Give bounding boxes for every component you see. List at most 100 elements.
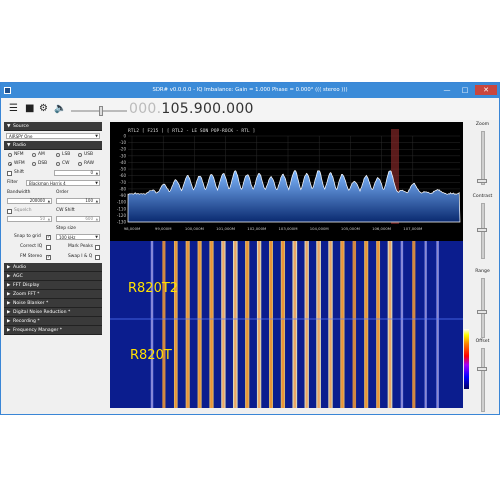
mode-label: CW [62, 161, 70, 166]
expand-arrow-icon: ▶ [7, 292, 11, 297]
squelch-label: Squelch [14, 208, 32, 213]
squelch-input[interactable]: 50 ▲ [7, 216, 52, 222]
offset-slider-track[interactable] [481, 348, 485, 412]
waterfall-streak-core [365, 241, 368, 408]
x-tick-label: 98,000M [124, 226, 141, 231]
filter-select[interactable]: Blackman Harris 4 ▼ [26, 180, 100, 186]
range-slider-track[interactable] [481, 278, 485, 338]
swap-iq-label: Swap I & Q [68, 254, 93, 259]
mode-cw-radio[interactable] [56, 162, 60, 166]
stop-icon[interactable]: ■ [25, 104, 34, 114]
range-label: Range [475, 269, 490, 274]
volume-slider[interactable] [71, 106, 127, 116]
bandwidth-row: 200000 ▲ 100 ▲ [4, 197, 102, 207]
x-tick-label: 107,000M [403, 226, 422, 231]
waterfall-streak-core [377, 241, 380, 408]
spinner-icon[interactable]: ▲ [96, 171, 98, 176]
contrast-slider-thumb[interactable] [477, 228, 487, 232]
waterfall-label-top: R820T2 [128, 281, 178, 296]
correct-iq-checkbox[interactable] [46, 244, 51, 250]
mode-dsb-radio[interactable] [32, 162, 36, 166]
gear-icon[interactable]: ⚙ [39, 104, 48, 114]
agc-section-header[interactable]: ▶ AGC [4, 272, 102, 281]
audio-section-header[interactable]: ▶ Audio [4, 263, 102, 272]
y-tick-label: -110 [117, 206, 127, 211]
window-title: SDR# v0.0.0.0 - IQ Imbalance: Gain = 1.0… [152, 87, 348, 93]
order-label: Order [56, 190, 69, 195]
mode-nfm-radio[interactable] [8, 153, 12, 157]
radio-section-header[interactable]: ▼ Radio [4, 141, 102, 150]
zoom-slider-thumb[interactable] [477, 179, 487, 183]
zoom-slider-track[interactable] [481, 131, 485, 185]
recording-section-header[interactable]: ▶ Recording * [4, 317, 102, 326]
mode-lsb-radio[interactable] [56, 153, 60, 157]
volume-thumb[interactable] [99, 106, 103, 116]
y-tick-label: -20 [119, 147, 126, 152]
mode-usb-radio[interactable] [78, 153, 82, 157]
right-panel: Zoom Contrast Range Offset [466, 122, 499, 414]
snap-checkbox[interactable]: ✓ [46, 234, 51, 240]
waterfall-streak-core [353, 241, 356, 408]
spinner-icon[interactable]: ▲ [48, 217, 50, 222]
left-panel: ▼ Source AIRSPY One ▼ ▼ Radio NFM AM LSB US… [4, 122, 102, 414]
mark-peaks-checkbox[interactable] [95, 244, 100, 250]
fft-display-section-header[interactable]: ▶ FFT Display [4, 281, 102, 290]
waterfall-streak-core [198, 241, 201, 408]
x-tick-label: 104,000M [310, 226, 329, 231]
waterfall[interactable]: R820T2 R820T [110, 241, 463, 408]
close-button[interactable]: ✕ [475, 85, 497, 95]
bandwidth-input[interactable]: 200000 ▲ [7, 198, 52, 204]
mode-label: RAW [84, 161, 94, 166]
zoom-fft-section-header[interactable]: ▶ Zoom FFT * [4, 290, 102, 299]
maximize-button[interactable]: □ [457, 85, 473, 95]
dropdown-arrow-icon: ▼ [95, 235, 98, 239]
frequency-display[interactable]: 000.105.900.000 [129, 101, 254, 117]
source-row: AIRSPY One ▼ [4, 131, 102, 141]
offset-slider-thumb[interactable] [477, 367, 487, 371]
menu-icon[interactable]: ☰ [9, 104, 18, 114]
toolbar: ☰ ■ ⚙ 🔈 000.105.900.000 [1, 98, 499, 120]
expand-arrow-icon: ▶ [7, 328, 11, 333]
spinner-icon[interactable]: ▲ [48, 199, 50, 204]
fm-stereo-row: FM Stereo ✓ Swap I & Q [4, 253, 102, 263]
speaker-icon[interactable]: 🔈 [54, 104, 66, 114]
contrast-label: Contrast [472, 194, 493, 199]
frequency-value: 105.900.000 [161, 101, 254, 117]
source-device-select[interactable]: AIRSPY One ▼ [6, 133, 100, 139]
expand-arrow-icon: ▶ [7, 274, 11, 279]
mode-am-radio[interactable] [32, 153, 36, 157]
mode-raw-radio[interactable] [78, 162, 82, 166]
y-tick-label: -100 [117, 200, 127, 205]
fm-stereo-checkbox[interactable]: ✓ [46, 254, 51, 260]
filter-row: Filter Blackman Harris 4 ▼ [4, 179, 102, 189]
waterfall-streak-core [281, 241, 284, 408]
correct-iq-label: Correct IQ [20, 244, 43, 249]
mode-label: LSB [62, 152, 71, 157]
shift-checkbox[interactable] [7, 170, 12, 176]
title-bar: SDR# v0.0.0.0 - IQ Imbalance: Gain = 1.0… [1, 83, 499, 98]
digital-noise-reduction-section-header[interactable]: ▶ Digital Noise Reduction * [4, 308, 102, 317]
mode-wfm-radio[interactable] [8, 162, 12, 166]
noise-blanker-section-header[interactable]: ▶ Noise Blanker * [4, 299, 102, 308]
step-size-select[interactable]: 100 kHz ▼ [56, 234, 100, 240]
frequency-manager-section-header[interactable]: ▶ Frequency Manager * [4, 326, 102, 335]
squelch-checkbox[interactable] [7, 208, 12, 214]
source-section-header[interactable]: ▼ Source [4, 122, 102, 131]
range-slider-thumb[interactable] [477, 310, 487, 314]
spectrum-display[interactable]: RTL2 [ F215 ] [ RTL2 - LE SON POP-ROCK -… [110, 122, 463, 408]
x-tick-label: 99,000M [155, 226, 172, 231]
waterfall-streak-core [388, 241, 392, 408]
y-tick-label: -50 [119, 167, 126, 172]
cw-shift-input[interactable]: 600 ▲ [56, 216, 100, 222]
minimize-button[interactable]: — [439, 85, 455, 95]
swap-iq-checkbox[interactable] [95, 254, 100, 260]
y-tick-label: -70 [119, 180, 126, 185]
spinner-icon[interactable]: ▲ [96, 199, 98, 204]
order-input[interactable]: 100 ▲ [56, 198, 100, 204]
spectrum-analyzer[interactable]: RTL2 [ F215 ] [ RTL2 - LE SON POP-ROCK -… [110, 122, 463, 239]
shift-input[interactable]: 0 ▲ [54, 170, 100, 176]
spinner-icon[interactable]: ▲ [96, 217, 98, 222]
app-icon [4, 87, 11, 94]
waterfall-streak-core [425, 241, 427, 408]
waterfall-streak-core [234, 241, 237, 408]
